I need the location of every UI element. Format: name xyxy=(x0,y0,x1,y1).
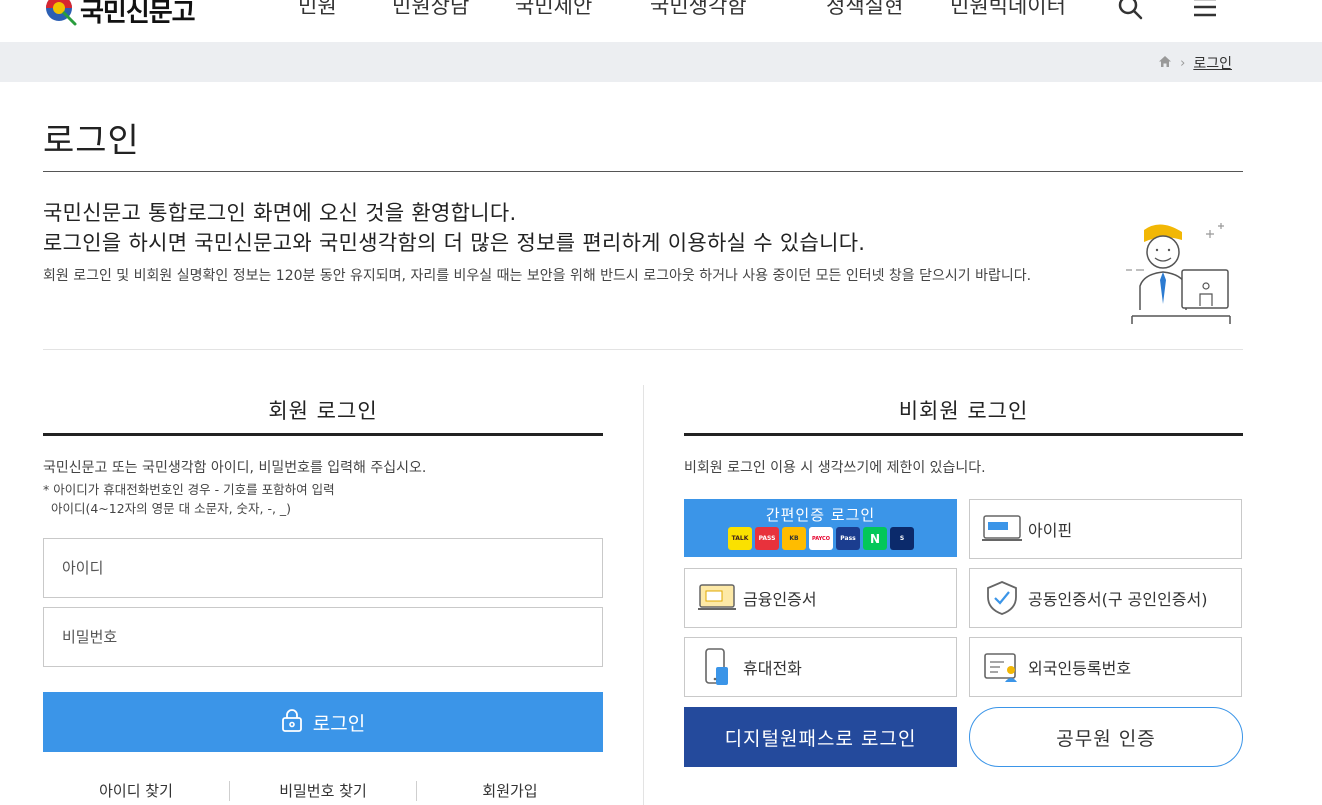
pass-icon: PASS xyxy=(755,527,779,550)
finance-cert-icon xyxy=(693,578,741,618)
ipin-icon xyxy=(978,509,1026,549)
id-input[interactable] xyxy=(44,539,602,597)
logo-text: 국민신문고 xyxy=(80,0,196,28)
password-input[interactable] xyxy=(44,608,602,666)
nav-opinion[interactable]: 국민생각함 xyxy=(650,0,747,20)
member-login-desc: 국민신문고 또는 국민생각함 아이디, 비밀번호를 입력해 주십시오. xyxy=(43,460,427,476)
official-auth-button[interactable]: 공무원 인증 xyxy=(969,707,1243,767)
breadcrumb: › 로그인 xyxy=(1158,53,1232,73)
title-divider xyxy=(43,171,1243,172)
simple-auth-label: 간편인증 로그인 xyxy=(765,506,876,524)
page-title: 로그인 xyxy=(43,121,140,161)
finance-cert-label: 금융인증서 xyxy=(743,590,817,609)
id-hint-line1: * 아이디가 휴대전화번호인 경우 - 기호를 포함하여 입력 xyxy=(43,482,335,497)
mobile-phone-icon xyxy=(693,647,741,687)
nav-proposal[interactable]: 국민제안 xyxy=(515,0,592,20)
ipin-button[interactable]: 아이핀 xyxy=(969,499,1242,559)
login-button-label: 로그인 xyxy=(312,712,366,735)
guest-login-desc: 비회원 로그인 이용 시 생각쓰기에 제한이 있습니다. xyxy=(684,460,986,476)
login-button[interactable]: 로그인 xyxy=(43,692,603,752)
foreigner-reg-label: 외국인등록번호 xyxy=(1028,659,1132,678)
member-login-title: 회원 로그인 xyxy=(268,399,378,423)
naver-icon: N xyxy=(863,527,887,550)
lock-icon xyxy=(281,708,303,737)
samsung-pass-icon: Pass xyxy=(836,527,860,550)
signup-link[interactable]: 회원가입 xyxy=(417,780,603,801)
office-worker-illustration xyxy=(1126,220,1236,330)
shinhan-icon: S xyxy=(890,527,914,550)
id-field[interactable] xyxy=(43,538,603,598)
mobile-auth-label: 휴대전화 xyxy=(743,659,802,678)
id-hint: * 아이디가 휴대전화번호인 경우 - 기호를 포함하여 입력 아이디(4~12… xyxy=(43,480,335,518)
foreigner-reg-button[interactable]: 외국인등록번호 xyxy=(969,637,1242,697)
simple-auth-providers: TALK PASS KB PAYCO Pass N S xyxy=(728,527,914,550)
session-notice: 회원 로그인 및 비회원 실명확인 정보는 120분 동안 유지되며, 자리를 … xyxy=(43,268,1032,284)
foreigner-id-icon xyxy=(978,647,1026,687)
section-divider xyxy=(43,349,1243,350)
guest-login-rule xyxy=(684,433,1243,436)
home-icon[interactable] xyxy=(1158,55,1172,72)
welcome-text-1: 국민신문고 통합로그인 화면에 오신 것을 환영합니다. xyxy=(43,201,517,225)
find-id-link[interactable]: 아이디 찾기 xyxy=(43,780,229,801)
site-logo[interactable]: 국민신문고 xyxy=(44,0,196,34)
ipin-label: 아이핀 xyxy=(1028,521,1073,540)
search-icon[interactable] xyxy=(1117,0,1143,24)
top-header: 국민신문고 민원 민원상담 국민제안 국민생각함 정책실현 민원빅데이터 xyxy=(0,0,1322,42)
menu-icon[interactable] xyxy=(1193,0,1217,22)
mobile-auth-button[interactable]: 휴대전화 xyxy=(684,637,957,697)
account-links: 아이디 찾기 비밀번호 찾기 회원가입 xyxy=(43,780,603,801)
find-password-link[interactable]: 비밀번호 찾기 xyxy=(230,780,416,801)
nav-minwon[interactable]: 민원 xyxy=(298,0,337,20)
member-login-rule xyxy=(43,433,603,436)
nav-policy[interactable]: 정책실현 xyxy=(826,0,903,20)
nav-bigdata[interactable]: 민원빅데이터 xyxy=(950,0,1066,20)
password-field[interactable] xyxy=(43,607,603,667)
kb-icon: KB xyxy=(782,527,806,550)
joint-cert-button[interactable]: 공동인증서(구 공인인증서) xyxy=(969,568,1242,628)
id-hint-line2: 아이디(4~12자의 영문 대 소문자, 숫자, -, _) xyxy=(43,501,292,516)
guest-login-title: 비회원 로그인 xyxy=(898,399,1029,423)
finance-cert-button[interactable]: 금융인증서 xyxy=(684,568,957,628)
payco-icon: PAYCO xyxy=(809,527,833,550)
logo-emblem-icon xyxy=(44,0,78,27)
nav-consult[interactable]: 민원상담 xyxy=(392,0,469,20)
column-divider xyxy=(643,385,644,805)
breadcrumb-current[interactable]: 로그인 xyxy=(1193,53,1232,73)
kakao-icon: TALK xyxy=(728,527,752,550)
shield-check-icon xyxy=(978,578,1026,618)
joint-cert-label: 공동인증서(구 공인인증서) xyxy=(1028,590,1208,609)
digital-onepass-button[interactable]: 디지털원패스로 로그인 xyxy=(684,707,957,767)
welcome-text-2: 로그인을 하시면 국민신문고와 국민생각함의 더 많은 정보를 편리하게 이용하… xyxy=(43,231,866,255)
breadcrumb-bar: › 로그인 xyxy=(0,42,1322,82)
breadcrumb-separator: › xyxy=(1180,55,1186,71)
simple-auth-button[interactable]: 간편인증 로그인 TALK PASS KB PAYCO Pass N S xyxy=(684,499,957,557)
